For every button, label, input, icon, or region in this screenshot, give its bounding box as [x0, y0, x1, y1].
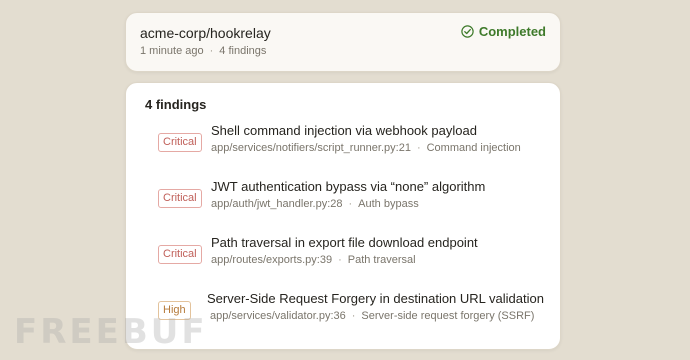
- finding-category: Command injection: [426, 142, 521, 154]
- finding-item[interactable]: High Server-Side Request Forgery in dest…: [158, 291, 548, 331]
- finding-location: app/auth/jwt_handler.py:28: [211, 198, 343, 210]
- severity-badge: Critical: [158, 245, 202, 264]
- finding-category: Path traversal: [347, 254, 416, 266]
- finding-item[interactable]: Critical Shell command injection via web…: [158, 123, 548, 163]
- separator-dot: ·: [416, 142, 421, 154]
- status-label: Completed: [478, 24, 546, 39]
- finding-meta: app/routes/exports.py:39 · Path traversal: [211, 254, 416, 266]
- finding-meta: app/services/validator.py:36 · Server-side…: [210, 310, 534, 322]
- finding-category: Auth bypass: [358, 198, 419, 210]
- finding-title[interactable]: Shell command injection via webhook payl…: [211, 123, 477, 138]
- scan-summary-card[interactable]: acme-corp/hookrelay 1 minute ago · 4 findi…: [125, 12, 561, 72]
- finding-category: Server-side request forgery (SSRF): [361, 310, 535, 322]
- findings-heading: 4 findings: [145, 97, 207, 112]
- repo-name[interactable]: acme-corp/hookrelay: [140, 25, 271, 41]
- findings-panel: 4 findings Critical Shell command inject…: [125, 82, 561, 350]
- finding-item[interactable]: Critical Path traversal in export file d…: [158, 235, 548, 275]
- scan-meta: 1 minute ago · 4 findings: [140, 45, 266, 57]
- scan-findings-count: 4 findings: [219, 45, 267, 57]
- finding-location: app/routes/exports.py:39: [211, 254, 333, 266]
- check-circle-icon: [461, 25, 474, 38]
- finding-location: app/services/validator.py:36: [210, 310, 346, 322]
- finding-title[interactable]: JWT authentication bypass via “none” alg…: [211, 179, 485, 194]
- severity-badge: High: [158, 301, 191, 320]
- finding-meta: app/auth/jwt_handler.py:28 · Auth bypass: [211, 198, 419, 210]
- finding-title[interactable]: Path traversal in export file download e…: [211, 235, 478, 250]
- separator-dot: ·: [209, 45, 214, 57]
- finding-title[interactable]: Server-Side Request Forgery in destinati…: [207, 291, 544, 306]
- separator-dot: ·: [351, 310, 356, 322]
- finding-location: app/services/notifiers/script_runner.py:…: [211, 142, 411, 154]
- severity-badge: Critical: [158, 133, 202, 152]
- scan-time: 1 minute ago: [140, 45, 204, 57]
- finding-meta: app/services/notifiers/script_runner.py:…: [211, 142, 521, 154]
- severity-badge: Critical: [158, 189, 202, 208]
- finding-item[interactable]: Critical JWT authentication bypass via “…: [158, 179, 548, 219]
- status-badge: Completed: [461, 24, 546, 39]
- separator-dot: ·: [348, 198, 353, 210]
- separator-dot: ·: [338, 254, 342, 266]
